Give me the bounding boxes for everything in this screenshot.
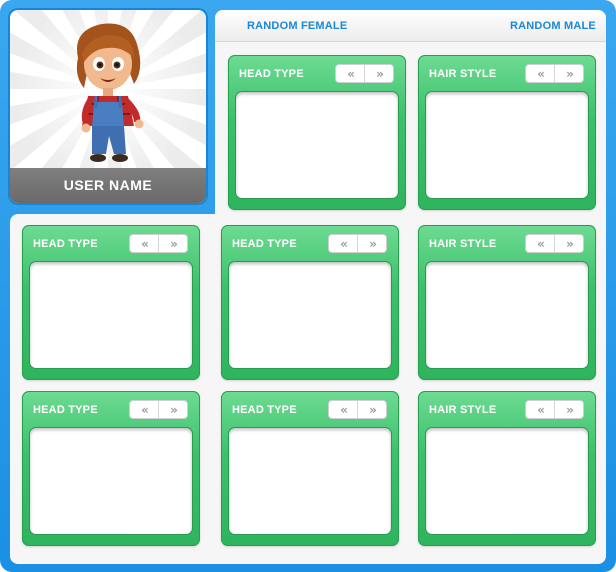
double-chevron-right-icon[interactable]: » (554, 401, 583, 418)
panel-hair-style-3: HAIR STYLE « » (418, 391, 596, 546)
panel-title: HAIR STYLE (429, 238, 497, 250)
double-chevron-right-icon[interactable]: » (357, 235, 386, 252)
panel-head-type-2: HEAD TYPE « » (22, 225, 200, 380)
avatar-card: USER NAME (10, 10, 206, 203)
panel-arrows: « » (525, 64, 584, 83)
panel-hair-style-1: HAIR STYLE « » (418, 55, 596, 210)
option-slot[interactable] (426, 92, 588, 198)
panel-arrows: « » (335, 64, 394, 83)
option-slot[interactable] (236, 92, 398, 198)
panel-head-type-4: HEAD TYPE « » (22, 391, 200, 546)
option-slot[interactable] (229, 428, 391, 534)
panel-title: HEAD TYPE (232, 238, 297, 250)
double-chevron-left-icon[interactable]: « (526, 401, 554, 418)
option-slot[interactable] (30, 428, 192, 534)
panel-arrows: « » (129, 234, 188, 253)
option-slot[interactable] (30, 262, 192, 368)
panel-head-type-3: HEAD TYPE « » (221, 225, 399, 380)
double-chevron-right-icon[interactable]: » (364, 65, 393, 82)
double-chevron-left-icon[interactable]: « (329, 235, 357, 252)
username-label: USER NAME (10, 168, 206, 203)
panel-head-type-1: HEAD TYPE « » (228, 55, 406, 210)
panel-title: HEAD TYPE (33, 238, 98, 250)
panel-title: HEAD TYPE (232, 404, 297, 416)
panel-hair-style-2: HAIR STYLE « » (418, 225, 596, 380)
panel-title: HAIR STYLE (429, 404, 497, 416)
panel-head-type-5: HEAD TYPE « » (221, 391, 399, 546)
double-chevron-right-icon[interactable]: » (554, 65, 583, 82)
double-chevron-right-icon[interactable]: » (158, 235, 187, 252)
double-chevron-left-icon[interactable]: « (336, 65, 364, 82)
panel-arrows: « » (525, 400, 584, 419)
double-chevron-right-icon[interactable]: » (357, 401, 386, 418)
panel-title: HAIR STYLE (429, 68, 497, 80)
double-chevron-left-icon[interactable]: « (526, 65, 554, 82)
panel-title: HEAD TYPE (239, 68, 304, 80)
option-slot[interactable] (426, 262, 588, 368)
panel-title: HEAD TYPE (33, 404, 98, 416)
panel-arrows: « » (525, 234, 584, 253)
random-male-button[interactable]: RANDOM MALE (510, 20, 596, 32)
panel-arrows: « » (129, 400, 188, 419)
panel-arrows: « » (328, 400, 387, 419)
double-chevron-right-icon[interactable]: » (554, 235, 583, 252)
random-female-button[interactable]: RANDOM FEMALE (247, 20, 347, 32)
option-slot[interactable] (426, 428, 588, 534)
double-chevron-left-icon[interactable]: « (130, 401, 158, 418)
option-slot[interactable] (229, 262, 391, 368)
double-chevron-left-icon[interactable]: « (329, 401, 357, 418)
double-chevron-left-icon[interactable]: « (130, 235, 158, 252)
avatar-image (76, 23, 144, 162)
double-chevron-left-icon[interactable]: « (526, 235, 554, 252)
double-chevron-right-icon[interactable]: » (158, 401, 187, 418)
panel-arrows: « » (328, 234, 387, 253)
